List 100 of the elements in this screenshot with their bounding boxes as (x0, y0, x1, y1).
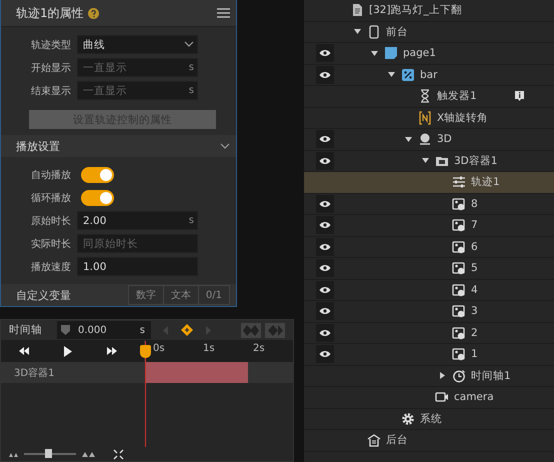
image-icon (452, 347, 466, 362)
expanded-arrow-icon[interactable] (354, 28, 360, 36)
layer-name: 后台 (386, 433, 408, 448)
bracket-icon (418, 110, 432, 125)
sliders-icon (452, 175, 466, 190)
play-icon[interactable] (64, 346, 72, 356)
tree-row[interactable]: 触发器1 (304, 86, 554, 108)
image-icon (452, 261, 466, 276)
layer-name: page1 (403, 47, 436, 60)
tree-row[interactable]: X轴旋转角 (304, 108, 554, 129)
input-field[interactable]: 同原始时长 (77, 234, 198, 253)
zoom-out-icon[interactable] (9, 452, 18, 456)
tree-row[interactable]: camera (304, 387, 554, 408)
layer-name: 2 (471, 326, 478, 339)
panel-title: 轨迹1的属性 (16, 4, 84, 22)
expanded-arrow-icon[interactable] (404, 136, 412, 143)
input-field[interactable]: 一直显示 s (77, 58, 198, 77)
percent-icon (401, 68, 415, 82)
playhead-handle[interactable] (140, 345, 151, 358)
variables-label: 自定义变量 (16, 288, 71, 302)
zoom-in-icon[interactable] (82, 451, 95, 457)
text-input[interactable]: 同原始时长 (83, 238, 194, 250)
field-label: 开始显示 (30, 62, 72, 74)
tree-row[interactable]: 4 (304, 280, 554, 301)
layer-name: 8 (471, 198, 478, 210)
tree-row[interactable]: 3D (304, 129, 554, 150)
variable-type-button[interactable]: 文本 (162, 286, 198, 304)
layer-name: [32]跑马灯_上下翻 (369, 3, 462, 18)
layer-name: camera (454, 391, 494, 404)
input-field[interactable]: 一直显示 s (77, 81, 198, 100)
layer-name: 触发器1 (437, 89, 477, 104)
eye-icon[interactable] (319, 70, 331, 79)
variable-type-button[interactable]: 0/1 (198, 286, 229, 304)
timeline-title: 时间轴 (8, 323, 43, 337)
eye-icon[interactable] (319, 200, 331, 208)
rewind-icon[interactable] (18, 347, 28, 355)
text-input[interactable]: 一直显示 (83, 62, 189, 74)
time-ruler[interactable]: 0s 1s 2s (144, 340, 293, 362)
menu-icon[interactable] (217, 8, 230, 18)
tree-row[interactable]: 1 (304, 344, 554, 366)
collapsed-arrow-icon[interactable] (438, 372, 446, 380)
input-field[interactable]: 1.00 (77, 257, 198, 276)
tree-row[interactable]: 3 (304, 301, 554, 322)
layer-name: 3 (471, 305, 478, 318)
tree-row[interactable]: [32]跑马灯_上下翻 (304, 0, 554, 22)
tree-row[interactable]: 7 (304, 215, 554, 236)
image-icon (452, 218, 466, 232)
track-name[interactable]: 3D容器1 (1, 362, 144, 383)
expanded-arrow-icon[interactable] (388, 71, 394, 78)
unit-label: s (188, 62, 194, 73)
unit-label: s (188, 215, 194, 226)
unit-label: s (188, 85, 194, 96)
eye-icon[interactable] (319, 286, 331, 294)
text-input[interactable]: 一直显示 (83, 84, 189, 96)
eye-icon[interactable] (319, 264, 331, 272)
layer-name: 4 (471, 284, 478, 296)
tree-row[interactable]: 系统 (304, 408, 554, 430)
layer-name: 前台 (386, 24, 408, 39)
tree-row[interactable]: page1 (304, 43, 554, 64)
eye-icon[interactable] (319, 221, 331, 230)
tree-row[interactable]: 后台 (304, 430, 554, 452)
fast-forward-icon[interactable] (106, 347, 116, 355)
eye-icon[interactable] (319, 135, 331, 144)
eye-icon[interactable] (319, 49, 331, 58)
fit-icon[interactable] (113, 448, 124, 460)
ball-icon (418, 132, 432, 146)
keyframe-clip[interactable] (146, 362, 248, 383)
tree-row[interactable]: 5 (304, 258, 554, 280)
text-input[interactable]: 1.00 (83, 260, 194, 272)
eye-icon[interactable] (319, 242, 331, 251)
tree-row[interactable]: 8 (304, 194, 554, 215)
layer-name: 6 (471, 240, 478, 253)
input-field[interactable]: 2.00 s (77, 211, 198, 230)
layer-name: X轴旋转角 (437, 110, 488, 125)
tree-row[interactable]: bar (304, 64, 554, 86)
type-dropdown[interactable]: 曲线 (77, 35, 198, 54)
tree-row[interactable]: 2 (304, 322, 554, 344)
eye-icon[interactable] (319, 156, 331, 165)
eye-icon[interactable] (319, 350, 331, 358)
tree-row[interactable]: 前台 (304, 22, 554, 43)
add-keyframe-icon[interactable] (181, 324, 193, 336)
eye-icon[interactable] (319, 328, 331, 337)
page-icon (384, 46, 398, 60)
tree-row[interactable]: 轨迹1 (304, 172, 554, 194)
section-header[interactable]: 播放设置 (1, 135, 236, 157)
toggle-switch[interactable] (81, 190, 114, 206)
toggle-switch[interactable] (81, 166, 114, 182)
time-field[interactable]: 0.000 s (57, 321, 151, 339)
info-icon[interactable] (514, 90, 525, 102)
tree-row[interactable]: 6 (304, 236, 554, 258)
home-icon (367, 433, 381, 448)
expanded-arrow-icon[interactable] (422, 157, 428, 164)
variable-type-button[interactable]: 数字 (128, 286, 163, 304)
expanded-arrow-icon[interactable] (370, 50, 378, 57)
image-icon (452, 304, 466, 318)
eye-icon[interactable] (319, 307, 331, 316)
help-icon[interactable] (88, 8, 99, 18)
text-input[interactable]: 2.00 (83, 214, 189, 226)
marker-icon (61, 325, 70, 335)
tree-row[interactable]: 时间轴1 (304, 366, 554, 387)
